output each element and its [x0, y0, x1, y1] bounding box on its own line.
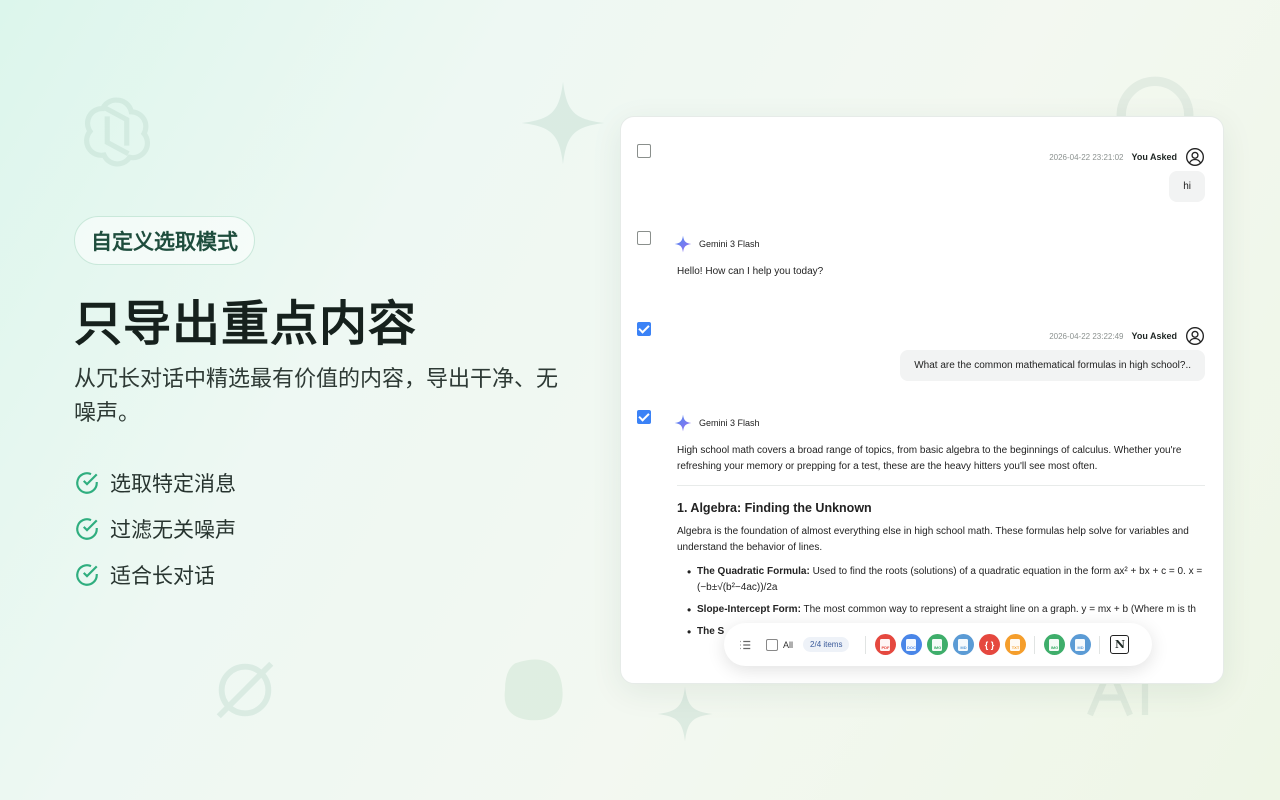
- gemini-icon: [674, 414, 692, 432]
- md-export-icon[interactable]: MD: [1069, 634, 1091, 655]
- formula-term: The Quadratic Formula:: [697, 566, 810, 577]
- pdf-icon[interactable]: PDF: [874, 634, 896, 655]
- chat-preview-card: 2026-04-22 23:21:02 You Asked hi Gemini …: [620, 116, 1224, 684]
- user-message-bubble: What are the common mathematical formula…: [900, 350, 1205, 381]
- message-checkbox-checked[interactable]: [637, 322, 651, 336]
- check-circle-icon: [76, 564, 98, 586]
- hero-subtitle: 从冗长对话中精选最有价值的内容，导出干净、无噪声。: [74, 366, 559, 425]
- divider: [1099, 635, 1101, 654]
- formula-term: The S: [697, 626, 725, 637]
- timestamp: 2026-04-22 23:22:49: [1049, 331, 1124, 341]
- orbit-watermark: [216, 661, 274, 719]
- user-message-header: 2026-04-22 23:21:02 You Asked: [1049, 147, 1205, 167]
- message-checkbox-checked[interactable]: [637, 410, 651, 424]
- user-avatar-icon: [1186, 327, 1204, 345]
- export-toolbar: All 2/4 items PDF DOC IMG MD { } TXT IMG…: [724, 623, 1152, 666]
- divider: [677, 485, 1205, 486]
- sparkle-watermark-2: [657, 686, 713, 742]
- sparkle-watermark: [521, 81, 605, 165]
- model-answer: High school math covers a broad range of…: [677, 443, 1205, 646]
- formula-term: Slope-Intercept Form:: [697, 604, 801, 615]
- select-all-label[interactable]: All: [783, 640, 793, 650]
- user-message-header: 2026-04-22 23:22:49 You Asked: [1049, 326, 1205, 346]
- model-message-header: Gemini 3 Flash: [673, 413, 760, 433]
- list-item: The Quadratic Formula: Used to find the …: [687, 564, 1205, 596]
- list-icon[interactable]: [738, 638, 752, 652]
- feature-list: 选取特定消息 过滤无关噪声 适合长对话: [74, 460, 236, 598]
- you-asked-label: You Asked: [1131, 331, 1177, 341]
- selected-count-badge: 2/4 items: [803, 637, 850, 652]
- model-message-text: Hello! How can I help you today?: [677, 266, 824, 277]
- image-icon[interactable]: IMG: [926, 634, 948, 655]
- sheet-icon[interactable]: IMG: [1043, 634, 1065, 655]
- formula-text: The most common way to represent a strai…: [803, 604, 1196, 615]
- feature-label: 过滤无关噪声: [110, 519, 236, 542]
- feature-item: 过滤无关噪声: [74, 506, 236, 552]
- json-icon[interactable]: { }: [978, 634, 1000, 655]
- user-message-bubble: hi: [1169, 171, 1205, 202]
- answer-section-text: Algebra is the foundation of almost ever…: [677, 526, 1189, 553]
- docx-icon[interactable]: DOC: [900, 634, 922, 655]
- gemini-icon: [674, 235, 692, 253]
- message-checkbox[interactable]: [637, 231, 651, 245]
- check-circle-icon: [76, 472, 98, 494]
- feature-label: 选取特定消息: [110, 473, 236, 496]
- mode-badge: 自定义选取模式: [74, 216, 255, 265]
- list-item: Slope-Intercept Form: The most common wa…: [687, 602, 1205, 618]
- answer-intro: High school math covers a broad range of…: [677, 445, 1182, 472]
- markdown-icon[interactable]: MD: [952, 634, 974, 655]
- blob-watermark: [504, 659, 563, 721]
- timestamp: 2026-04-22 23:21:02: [1049, 152, 1124, 162]
- notion-icon[interactable]: N: [1110, 635, 1130, 654]
- model-name: Gemini 3 Flash: [699, 239, 760, 249]
- feature-item: 适合长对话: [74, 552, 236, 598]
- divider: [1034, 635, 1036, 654]
- hero-title: 只导出重点内容: [74, 298, 418, 351]
- model-name: Gemini 3 Flash: [699, 418, 760, 428]
- message-checkbox[interactable]: [637, 144, 651, 158]
- txt-icon[interactable]: TXT: [1004, 634, 1026, 655]
- feature-label: 适合长对话: [110, 565, 215, 588]
- divider: [865, 635, 867, 654]
- user-avatar-icon: [1186, 148, 1204, 166]
- feature-item: 选取特定消息: [74, 460, 236, 506]
- openai-logo-watermark: [84, 97, 150, 167]
- check-circle-icon: [76, 518, 98, 540]
- answer-section-title: 1. Algebra: Finding the Unknown: [677, 501, 872, 515]
- select-all-checkbox[interactable]: [766, 638, 778, 651]
- model-message-header: Gemini 3 Flash: [673, 234, 760, 254]
- you-asked-label: You Asked: [1131, 152, 1177, 162]
